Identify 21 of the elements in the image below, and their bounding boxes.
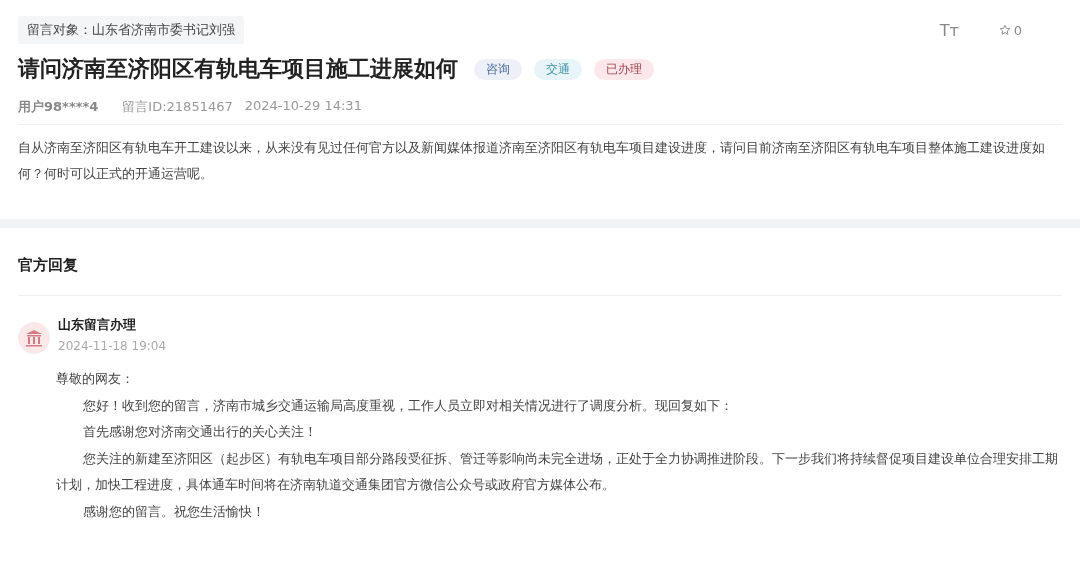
building-icon: [18, 322, 50, 354]
section-title: 官方回复: [18, 228, 1062, 296]
reply-paragraph: 您关注的新建至济阳区（起步区）有轨电车项目部分路段受征拆、管迁等影响尚未完全进场，正处于全力协调推进阶段。下一步我们将持续督促项目建设单位合理安排工期计划，加快工程进度，具体通车时间将在济南轨道交通集团官方微信公众号或政府官方媒体公布。: [56, 449, 1059, 494]
reply-paragraph: 您好！收到您的留言，济南市城乡交通运输局高度重视，工作人员立即对相关情况进行了调度分析。现回复如下：: [82, 396, 734, 415]
tag: 咨询: [474, 58, 522, 80]
author-name: 山东留言办理: [58, 316, 137, 334]
reply-time: 2024-11-18 19:04: [58, 339, 167, 353]
favorite-button[interactable]: 0: [998, 22, 1022, 38]
message-body: 自从济南至济阳区有轨电车开工建设以来，从来没有见过任何官方以及新闻媒体报道济南至济阳区有轨电车项目建设进度，请问目前济南至济阳区有轨电车项目整体施工建设进度如何？何时可以正式的开通运营呢。: [18, 124, 1062, 187]
message-title: 请问济南至济阳区有轨电车项目施工进展如何: [18, 55, 458, 83]
message-target-label: 留言对象：山东省济南市委书记刘强: [18, 16, 244, 44]
star-icon: [998, 24, 1011, 36]
reply-paragraph: 首先感谢您对济南交通出行的关心关注！: [82, 423, 318, 441]
tag: 交通: [534, 58, 582, 80]
reply-paragraph: 感谢您的留言。祝您生活愉快！: [82, 502, 266, 521]
message-time: 2024-10-29 14:31: [244, 98, 362, 115]
tag: 已办理: [594, 58, 654, 80]
font-size-button[interactable]: Tт: [939, 20, 959, 40]
message-id: 留言ID:21851467: [122, 98, 233, 116]
user-name: 用户98****4: [18, 98, 99, 116]
reply-paragraph: 尊敬的网友：: [56, 370, 135, 388]
